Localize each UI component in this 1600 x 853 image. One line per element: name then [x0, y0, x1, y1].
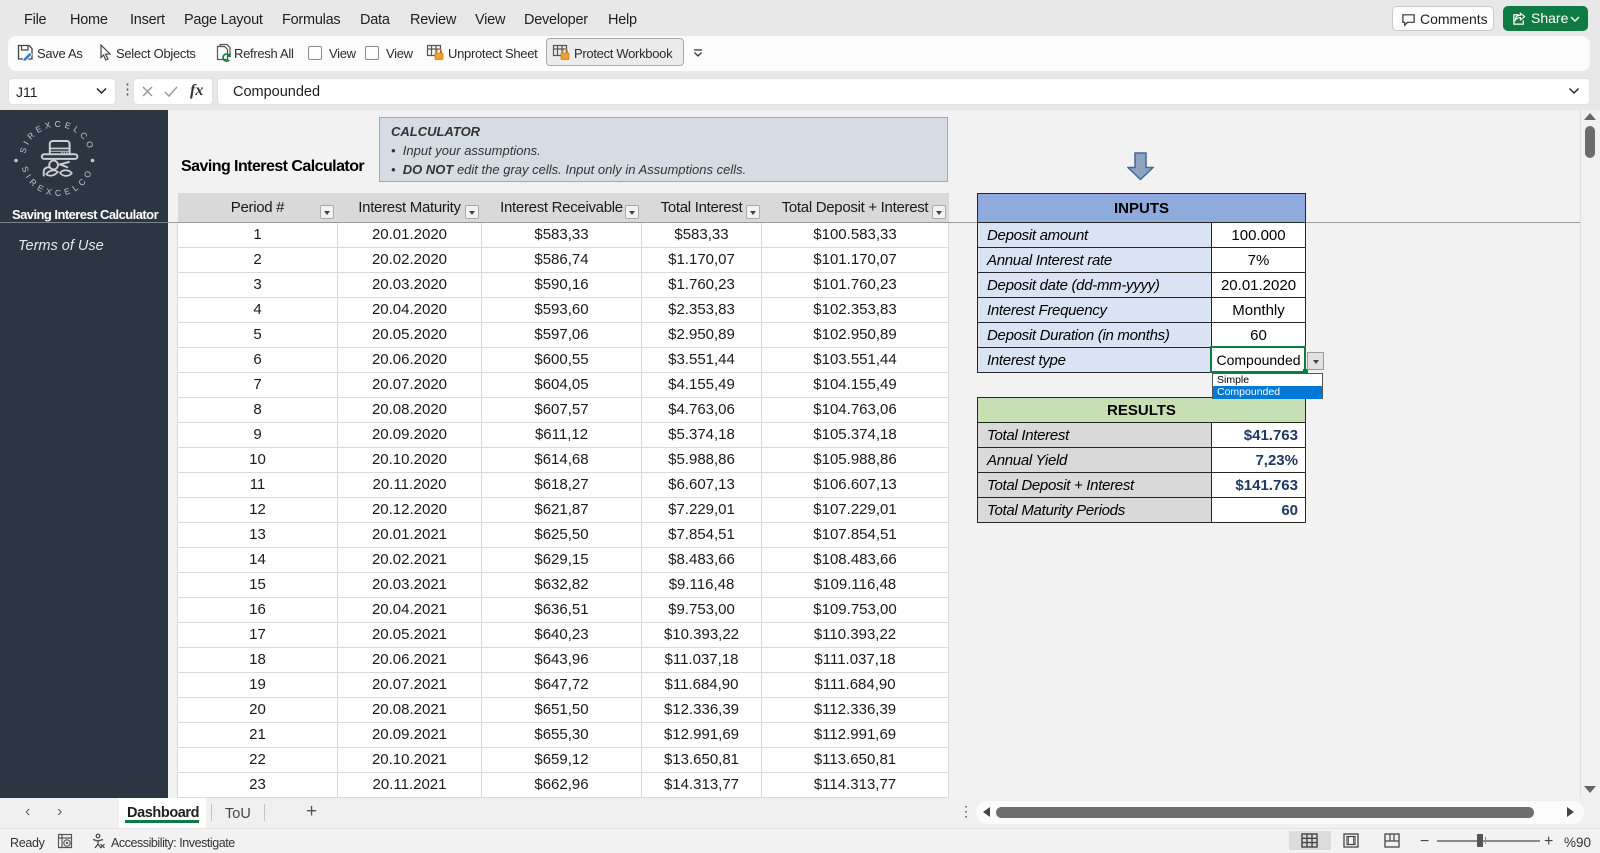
svg-text:SIREXCELCO: SIREXCELCO: [20, 165, 95, 198]
